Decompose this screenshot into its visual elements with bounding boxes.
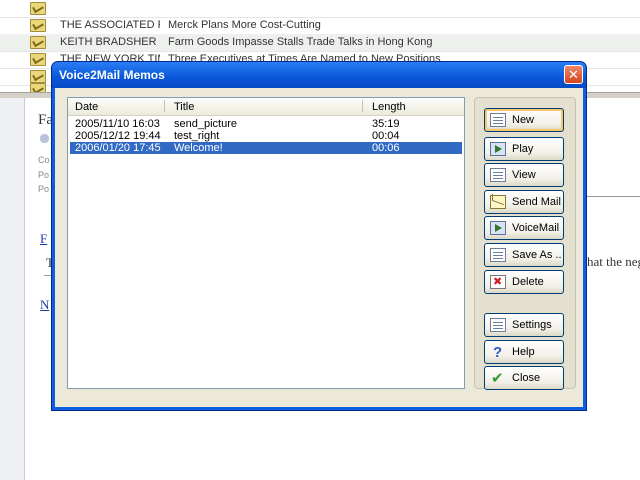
- column-header-title[interactable]: Title: [174, 101, 194, 115]
- new-memo-icon: [490, 113, 506, 127]
- mail-item-icon: [30, 70, 46, 83]
- new-button-label: New: [512, 114, 535, 126]
- memo-title: Welcome!: [174, 142, 223, 154]
- left-sidebar: [0, 98, 25, 480]
- settings-button-label: Settings: [512, 319, 552, 331]
- dialog-titlebar[interactable]: Voice2Mail Memos ✕: [52, 62, 586, 88]
- close-button[interactable]: ✔ Close: [484, 366, 564, 390]
- settings-button[interactable]: Settings: [484, 313, 564, 337]
- view-button[interactable]: View: [484, 163, 564, 187]
- view-icon: [490, 168, 506, 182]
- settings-icon: [490, 318, 506, 332]
- button-panel: New Play View Send Mail VoiceMail Save A…: [474, 97, 576, 390]
- help-button[interactable]: ? Help: [484, 340, 564, 364]
- save-as-button[interactable]: Save As ..: [484, 243, 564, 267]
- memo-length: 00:04: [372, 130, 400, 142]
- mail-subject: Merck Plans More Cost-Cutting: [168, 19, 321, 31]
- mail-item-icon: [30, 53, 46, 66]
- delete-icon: [490, 275, 506, 289]
- new-button[interactable]: New: [484, 108, 564, 132]
- memo-date: 2005/11/10 16:03: [75, 118, 160, 130]
- play-button[interactable]: Play: [484, 137, 564, 161]
- column-header-date[interactable]: Date: [75, 101, 98, 115]
- article-link[interactable]: F: [40, 231, 47, 247]
- memo-length: 35:19: [372, 118, 400, 130]
- close-button-label: Close: [512, 372, 541, 384]
- mail-row[interactable]: [0, 0, 640, 18]
- play-icon: [490, 142, 506, 156]
- dialog-title: Voice2Mail Memos: [59, 68, 165, 82]
- mail-from: KEITH BRADSHER: [60, 36, 157, 48]
- article-text: hat the neg: [587, 254, 640, 269]
- send-mail-icon: [490, 195, 506, 209]
- dialog-body: Date Title Length 2005/11/10 16:03 send_…: [55, 88, 583, 407]
- mail-item-icon: [30, 2, 46, 15]
- memo-length: 00:06: [372, 142, 400, 154]
- column-divider[interactable]: [362, 100, 363, 112]
- mail-subject: Farm Goods Impasse Stalls Trade Talks in…: [168, 36, 433, 48]
- mail-item-icon: [30, 36, 46, 49]
- memo-row[interactable]: 2005/12/12 19:44 test_right 00:04: [70, 130, 462, 142]
- contact-icon: [40, 134, 49, 143]
- article-link[interactable]: N: [40, 297, 49, 313]
- send-mail-button[interactable]: Send Mail: [484, 190, 564, 214]
- voice2mail-dialog: Voice2Mail Memos ✕ Date Title Length 200…: [51, 61, 587, 411]
- help-button-label: Help: [512, 346, 535, 358]
- column-divider[interactable]: [164, 100, 165, 112]
- view-button-label: View: [512, 169, 536, 181]
- memo-list[interactable]: Date Title Length 2005/11/10 16:03 send_…: [67, 97, 465, 389]
- voicemail-button-label: VoiceMail: [512, 222, 560, 234]
- save-as-icon: [490, 248, 506, 262]
- memo-row-selected[interactable]: 2006/01/20 17:45 Welcome! 00:06: [70, 142, 462, 154]
- memo-title: test_right: [174, 130, 220, 142]
- column-header-length[interactable]: Length: [372, 101, 406, 115]
- mail-row[interactable]: THE ASSOCIATED P... Merck Plans More Cos…: [0, 17, 640, 35]
- memo-date: 2005/12/12 19:44: [75, 130, 161, 142]
- memo-title: send_picture: [174, 118, 237, 130]
- delete-button[interactable]: Delete: [484, 270, 564, 294]
- mail-from: THE ASSOCIATED P...: [60, 19, 160, 31]
- voicemail-icon: [490, 221, 506, 235]
- close-window-button[interactable]: ✕: [564, 65, 583, 84]
- memo-row[interactable]: 2005/11/10 16:03 send_picture 35:19: [70, 118, 462, 130]
- meta-label: Co: [38, 155, 50, 165]
- divider: [587, 196, 640, 197]
- close-icon: ✕: [568, 67, 579, 82]
- delete-button-label: Delete: [512, 276, 544, 288]
- meta-label: Po: [38, 170, 50, 180]
- checkmark-icon: ✔: [491, 370, 504, 387]
- memo-date: 2006/01/20 17:45: [75, 142, 161, 154]
- meta-label: Po: [38, 184, 50, 194]
- list-header: Date Title Length: [68, 98, 464, 116]
- send-mail-button-label: Send Mail: [512, 196, 561, 208]
- mail-item-icon: [30, 19, 46, 32]
- voicemail-button[interactable]: VoiceMail: [484, 216, 564, 240]
- help-icon: ?: [493, 344, 503, 361]
- save-as-button-label: Save As ..: [512, 249, 562, 261]
- mail-row[interactable]: KEITH BRADSHER Farm Goods Impasse Stalls…: [0, 34, 640, 52]
- play-button-label: Play: [512, 143, 534, 155]
